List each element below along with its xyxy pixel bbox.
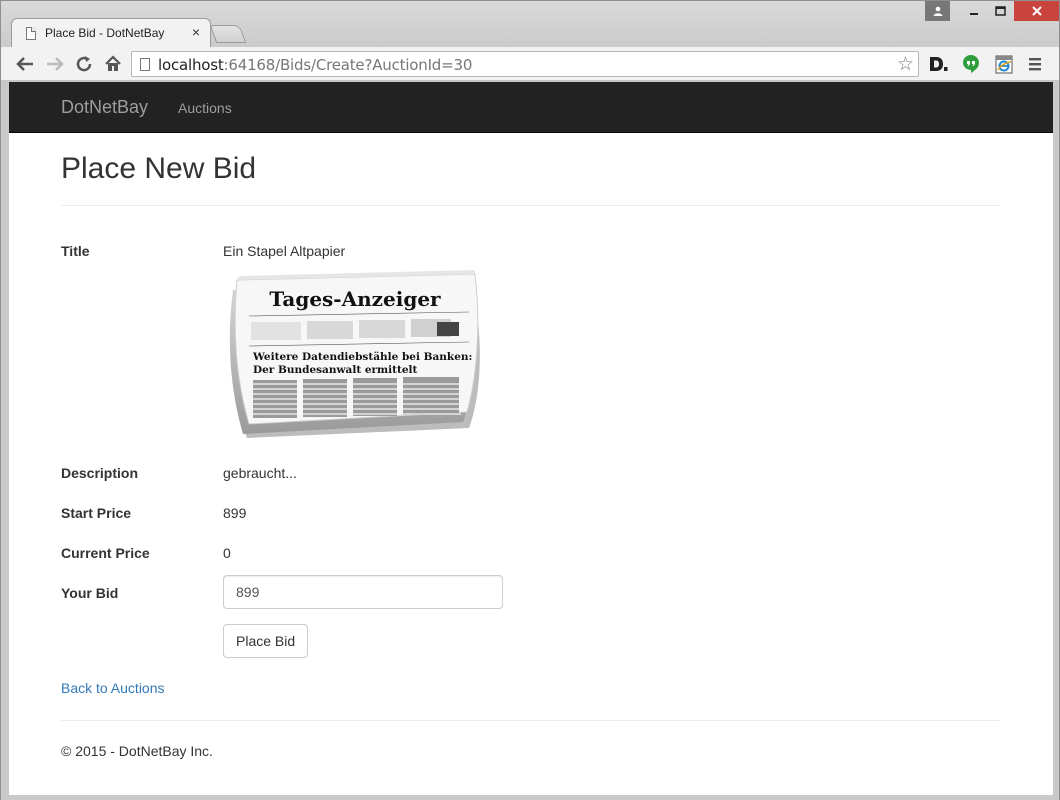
close-window-icon[interactable] xyxy=(1014,1,1059,21)
nav-link-auctions[interactable]: Auctions xyxy=(178,100,232,116)
browser-titlebar: Place Bid - DotNetBay × xyxy=(1,1,1059,47)
home-icon[interactable] xyxy=(101,52,125,76)
forward-arrow-icon[interactable] xyxy=(43,52,67,76)
browser-tab[interactable]: Place Bid - DotNetBay × xyxy=(11,18,211,47)
page-icon xyxy=(140,58,150,71)
current-price-value: 0 xyxy=(223,545,231,561)
submit-row: Place Bid xyxy=(61,624,1001,680)
back-to-auctions-link[interactable]: Back to Auctions xyxy=(61,680,165,696)
your-bid-row: Your Bid xyxy=(61,575,1001,634)
reload-icon[interactable] xyxy=(72,52,96,76)
headline-1: Weitere Datendiebstähle bei Banken: xyxy=(252,351,472,363)
extension-d-icon[interactable] xyxy=(927,53,949,75)
brand-link[interactable]: DotNetBay xyxy=(61,97,148,118)
browser-toolbar: localhost:64168/Bids/Create?AuctionId=30… xyxy=(1,47,1059,81)
browser-window: Place Bid - DotNetBay × localhost:64168/… xyxy=(0,0,1060,800)
current-price-row: Current Price 0 xyxy=(61,545,1001,585)
tab-close-icon[interactable]: × xyxy=(192,24,200,40)
title-value: Ein Stapel Altpapier xyxy=(223,243,346,259)
start-price-value: 899 xyxy=(223,505,247,521)
masthead-text: Tages-Anzeiger xyxy=(269,287,441,311)
back-arrow-icon[interactable] xyxy=(13,52,37,76)
start-price-label: Start Price xyxy=(61,505,132,521)
main-container: Place New Bid Title Ein Stapel Altpapier xyxy=(61,133,1001,759)
page-viewport: DotNetBay Auctions Place New Bid Title E… xyxy=(9,82,1053,795)
address-bar[interactable]: localhost:64168/Bids/Create?AuctionId=30… xyxy=(131,51,919,77)
title-row: Title Ein Stapel Altpapier Tages-Anzeige… xyxy=(61,243,1001,465)
new-tab-button[interactable] xyxy=(209,25,247,43)
page-icon xyxy=(26,27,36,40)
url-text[interactable]: localhost:64168/Bids/Create?AuctionId=30 xyxy=(158,56,472,74)
site-navbar: DotNetBay Auctions xyxy=(9,82,1053,133)
maximize-icon[interactable] xyxy=(987,1,1014,21)
minimize-icon[interactable] xyxy=(960,1,987,21)
extension-ie-icon[interactable] xyxy=(993,53,1015,75)
window-bottom-border xyxy=(1,795,1059,800)
menu-icon[interactable] xyxy=(1024,53,1046,75)
page-title: Place New Bid xyxy=(61,152,257,185)
current-price-label: Current Price xyxy=(61,545,150,561)
user-profile-icon[interactable] xyxy=(925,1,950,21)
auction-image: Tages-Anzeiger Weitere Datendiebstähle b… xyxy=(223,266,487,446)
window-controls xyxy=(925,1,1059,21)
your-bid-label: Your Bid xyxy=(61,585,119,601)
footer-divider xyxy=(61,720,1001,721)
start-price-row: Start Price 899 xyxy=(61,505,1001,545)
tab-title: Place Bid - DotNetBay xyxy=(45,26,165,40)
place-bid-button[interactable]: Place Bid xyxy=(223,624,309,658)
description-label: Description xyxy=(61,465,139,481)
hangouts-icon[interactable] xyxy=(960,53,982,75)
title-label: Title xyxy=(61,243,90,259)
your-bid-input[interactable] xyxy=(223,575,503,609)
description-value: gebraucht... xyxy=(223,465,297,481)
headline-2: Der Bundesanwalt ermittelt xyxy=(253,364,418,376)
description-row: Description gebraucht... xyxy=(61,465,1001,505)
footer-text: © 2015 - DotNetBay Inc. xyxy=(61,743,213,759)
bookmark-star-icon[interactable]: ☆ xyxy=(897,53,914,76)
